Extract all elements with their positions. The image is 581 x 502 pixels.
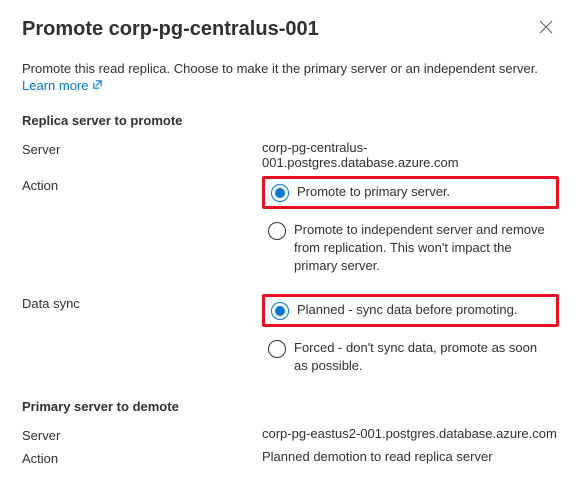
- replica-server-label: Server: [22, 140, 262, 157]
- radio-promote-independent[interactable]: Promote to independent server and remove…: [262, 217, 559, 280]
- radio-label: Planned - sync data before promoting.: [297, 301, 550, 319]
- primary-server-label: Server: [22, 426, 262, 443]
- learn-more-link[interactable]: Learn more: [22, 78, 103, 93]
- radio-icon: [271, 302, 289, 320]
- radio-datasync-planned[interactable]: Planned - sync data before promoting.: [262, 294, 559, 327]
- learn-more-label: Learn more: [22, 78, 88, 93]
- primary-action-label: Action: [22, 449, 262, 466]
- replica-server-value: corp-pg-centralus-001.postgres.database.…: [262, 140, 559, 170]
- primary-server-value: corp-pg-eastus2-001.postgres.database.az…: [262, 426, 559, 441]
- external-link-icon: [92, 79, 103, 93]
- radio-icon: [268, 340, 286, 358]
- radio-label: Promote to independent server and remove…: [294, 221, 553, 276]
- radio-icon: [271, 184, 289, 202]
- radio-icon: [268, 222, 286, 240]
- datasync-label: Data sync: [22, 294, 262, 311]
- radio-label: Forced - don't sync data, promote as soo…: [294, 339, 553, 375]
- primary-section-heading: Primary server to demote: [22, 399, 559, 414]
- primary-action-value: Planned demotion to read replica server: [262, 449, 559, 464]
- replica-section-heading: Replica server to promote: [22, 113, 559, 128]
- close-button[interactable]: [533, 18, 559, 40]
- panel-title: Promote corp-pg-centralus-001: [22, 18, 319, 41]
- radio-datasync-forced[interactable]: Forced - don't sync data, promote as soo…: [262, 335, 559, 379]
- datasync-radio-group: Planned - sync data before promoting. Fo…: [262, 294, 559, 379]
- action-radio-group: Promote to primary server. Promote to in…: [262, 176, 559, 280]
- radio-label: Promote to primary server.: [297, 183, 550, 201]
- close-icon: [539, 21, 553, 38]
- intro-text: Promote this read replica. Choose to mak…: [22, 61, 559, 76]
- radio-promote-primary[interactable]: Promote to primary server.: [262, 176, 559, 209]
- replica-action-label: Action: [22, 176, 262, 193]
